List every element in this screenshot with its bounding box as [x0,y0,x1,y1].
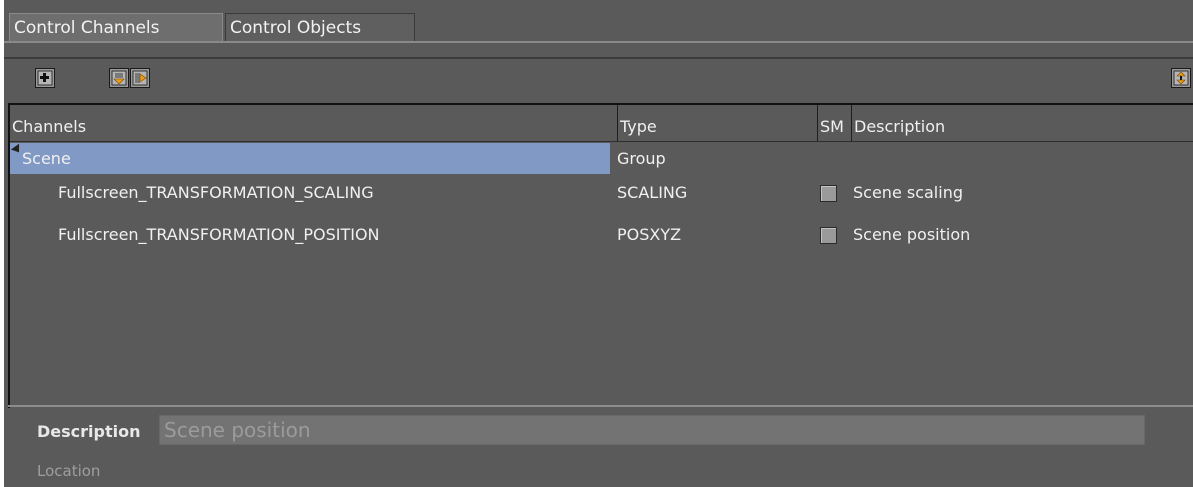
channel-description: Scene position [853,225,971,244]
tab-divider [4,41,1193,43]
table-bottom-divider [8,405,1193,407]
table-row[interactable]: Fullscreen_TRANSFORMATION_SCALING SCALIN… [10,176,1193,210]
column-header-description[interactable]: Description [851,105,1193,141]
description-field[interactable] [159,415,1145,445]
description-label: Description [37,422,141,441]
tab-strip: Control Channels Control Objects [4,0,1193,50]
table-row[interactable]: Fullscreen_TRANSFORMATION_POSITION POSXY… [10,218,1193,252]
row-selection-highlight [10,143,610,174]
expand-collapse-icon [1173,70,1189,86]
channel-description: Scene scaling [853,183,963,202]
location-label: Location [37,462,101,480]
add-channel-button[interactable] [35,68,55,88]
column-header-channels[interactable]: Channels [10,105,617,141]
tab-control-objects[interactable]: Control Objects [225,13,415,41]
channel-name: Scene [22,149,71,168]
sm-checkbox[interactable] [820,227,837,244]
channel-name: Fullscreen_TRANSFORMATION_SCALING [58,183,374,202]
toolbar [4,57,1193,103]
channels-table: Channels Type SM Description Scene Group… [8,103,1193,408]
table-row-scene[interactable]: Scene Group [10,143,1193,177]
column-header-sm[interactable]: SM [817,105,851,141]
channel-type: SCALING [617,183,688,202]
import-icon [111,70,127,86]
import-button[interactable] [109,68,129,88]
add-channel-icon [37,70,53,86]
channel-type: Group [617,149,666,168]
expand-collapse-button[interactable] [1171,68,1191,88]
export-button[interactable] [130,68,150,88]
channel-type: POSXYZ [617,225,682,244]
export-icon [132,70,148,86]
channel-name: Fullscreen_TRANSFORMATION_POSITION [58,225,380,244]
control-channels-panel: Control Channels Control Objects Channel… [4,0,1193,487]
tab-control-channels[interactable]: Control Channels [9,13,223,41]
sm-checkbox[interactable] [820,185,837,202]
table-header: Channels Type SM Description [10,105,1193,142]
column-header-type[interactable]: Type [617,105,817,141]
